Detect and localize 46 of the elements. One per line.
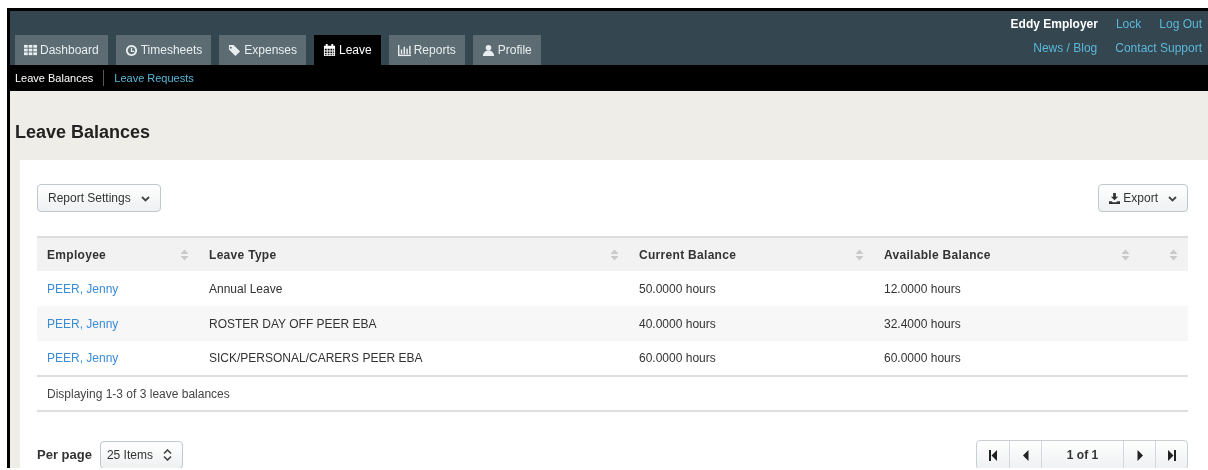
- nav-tab[interactable]: Dashboard: [15, 35, 108, 65]
- clock-icon: [124, 43, 138, 57]
- header-link[interactable]: Log Out: [1159, 15, 1202, 33]
- table-cell: ROSTER DAY OFF PEER EBA: [209, 316, 377, 331]
- user-name: Eddy Employer: [1010, 16, 1098, 33]
- user-icon: [481, 43, 495, 57]
- header-link[interactable]: Contact Support: [1115, 39, 1202, 57]
- chevron-down-icon: [1168, 193, 1177, 203]
- nav-tab[interactable]: Timesheets: [115, 35, 212, 65]
- last-page-icon: [1166, 449, 1177, 461]
- nav-tab[interactable]: Reports: [388, 35, 465, 65]
- grid-icon: [24, 43, 37, 57]
- table-cell: 32.4000 hours: [884, 316, 961, 331]
- previous-page-icon: [1020, 449, 1031, 461]
- table-footer-text: Displaying 1-3 of 3 leave balances: [37, 376, 1188, 411]
- chevron-down-icon: [140, 193, 150, 203]
- header-link[interactable]: Lock: [1115, 15, 1142, 33]
- table-cell: SICK/PERSONAL/CARERS PEER EBA: [209, 351, 423, 365]
- employee-link[interactable]: PEER, Jenny: [47, 281, 119, 296]
- column-header[interactable]: Leave Type: [209, 245, 277, 264]
- table-cell: Annual Leave: [209, 281, 283, 296]
- per-page-label: Per page: [37, 446, 92, 465]
- table-cell: 50.0000 hours: [639, 281, 716, 296]
- nav-tab[interactable]: Leave: [314, 35, 381, 65]
- page-title: Leave Balances: [15, 121, 152, 144]
- export-button[interactable]: Export: [1098, 184, 1188, 212]
- employee-link[interactable]: PEER, Jenny: [47, 316, 119, 331]
- table-cell: 12.0000 hours: [884, 281, 961, 296]
- sub-nav-link[interactable]: Leave Requests: [103, 69, 204, 87]
- sub-nav-link[interactable]: Leave Balances: [15, 69, 104, 87]
- per-page-select[interactable]: 25 Items: [99, 441, 183, 468]
- employee-link[interactable]: PEER, Jenny: [47, 351, 119, 365]
- table-cell: 60.0000 hours: [639, 351, 716, 365]
- report-settings-button[interactable]: Report Settings: [37, 184, 161, 212]
- calendar-icon: [323, 43, 336, 57]
- up-down-caret-icon: [162, 449, 172, 461]
- header-link[interactable]: News / Blog: [1033, 39, 1098, 57]
- bar-chart-icon: [397, 43, 411, 57]
- page-indicator: 1 of 1: [1041, 441, 1123, 468]
- nav-tab[interactable]: Profile: [472, 35, 541, 65]
- tag-icon: [228, 43, 242, 57]
- table-cell: 40.0000 hours: [639, 316, 716, 331]
- table-cell: 60.0000 hours: [884, 351, 961, 365]
- nav-tab[interactable]: Expenses: [219, 35, 306, 65]
- download-icon: [1109, 192, 1121, 204]
- first-page-icon: [988, 449, 998, 461]
